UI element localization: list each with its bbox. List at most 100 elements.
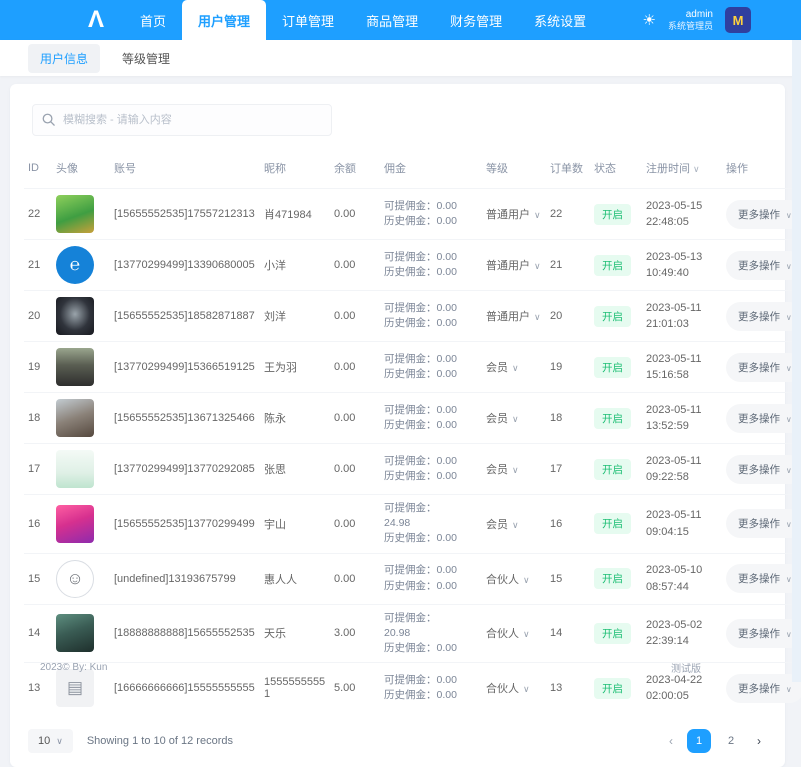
users-table: ID 头像 账号 昵称 余额 佣金 等级 订单数 状态 注册时间∨ 操作 22[…	[24, 150, 801, 713]
orders-cell: 20	[546, 291, 590, 342]
row-id: 22	[24, 189, 52, 240]
register-time-cell: 2023-05-1109:22:58	[642, 444, 722, 495]
next-page-button[interactable]: ›	[751, 732, 767, 750]
app-logo[interactable]: Λ	[88, 0, 102, 40]
search-input[interactable]	[32, 104, 332, 136]
nav-item-home[interactable]: 首页	[124, 0, 182, 40]
sub-tab-bar: 用户信息 等级管理	[0, 40, 801, 76]
chevron-down-icon: ∨	[512, 363, 519, 373]
pagination: ‹ 12 ›	[663, 729, 767, 753]
page-number-2[interactable]: 2	[719, 729, 743, 753]
user-name: admin	[686, 9, 713, 21]
col-register-time[interactable]: 注册时间∨	[642, 150, 722, 189]
nav-item-system-settings[interactable]: 系统设置	[518, 0, 602, 40]
avatar-cell: ☺	[52, 553, 110, 604]
balance-cell: 0.00	[330, 393, 380, 444]
commission-line: 历史佣金：0.00	[384, 531, 478, 546]
man-photo-avatar	[56, 614, 94, 652]
search-icon	[41, 112, 56, 127]
commission-cell: 可提佣金：0.00历史佣金：0.00	[380, 553, 482, 604]
account-cell: [undefined]13193675799	[110, 553, 260, 604]
level-select[interactable]: 普通用户∨	[482, 189, 546, 240]
more-actions-button[interactable]: 更多操作 ∨	[726, 353, 801, 382]
page-number-1[interactable]: 1	[687, 729, 711, 753]
avatar-cell	[52, 393, 110, 444]
level-value: 会员	[486, 362, 508, 374]
user-avatar[interactable]: M	[725, 7, 751, 33]
level-select[interactable]: 会员∨	[482, 444, 546, 495]
nickname-cell: 陈永	[260, 393, 330, 444]
commission-line: 历史佣金：0.00	[384, 214, 478, 229]
register-date: 2023-05-10	[646, 562, 718, 579]
status-badge: 开启	[594, 568, 631, 589]
commission-line: 可提佣金：0.00	[384, 199, 478, 214]
chevron-down-icon: ∨	[786, 520, 792, 529]
level-select[interactable]: 会员 ∨	[482, 342, 546, 393]
level-select[interactable]: 会员∨	[482, 495, 546, 554]
tab-level-management[interactable]: 等级管理	[110, 44, 182, 73]
register-clock: 22:39:14	[646, 633, 718, 650]
more-actions-button[interactable]: 更多操作 ∨	[726, 200, 801, 229]
register-clock: 10:49:40	[646, 265, 718, 282]
more-actions-button[interactable]: 更多操作 ∨	[726, 509, 801, 538]
register-time-cell: 2023-05-1522:48:05	[642, 189, 722, 240]
more-actions-button[interactable]: 更多操作 ∨	[726, 251, 801, 280]
tab-user-info[interactable]: 用户信息	[28, 44, 100, 73]
register-time-cell: 2023-05-1113:52:59	[642, 393, 722, 444]
orders-cell: 19	[546, 342, 590, 393]
copyright-text: 2023© By: Kun	[40, 662, 107, 673]
status-badge: 开启	[594, 357, 631, 378]
commission-line: 历史佣金：0.00	[384, 265, 478, 280]
level-value: 合伙人	[486, 628, 519, 640]
level-select[interactable]: 普通用户∨	[482, 291, 546, 342]
col-avatar: 头像	[52, 150, 110, 189]
level-select[interactable]: 会员∨	[482, 393, 546, 444]
commission-line: 历史佣金：0.00	[384, 579, 478, 594]
status-badge: 开启	[594, 204, 631, 225]
status-badge: 开启	[594, 513, 631, 534]
chevron-down-icon: ∨	[786, 630, 792, 639]
nickname-cell: 惠人人	[260, 553, 330, 604]
nav-item-user-management[interactable]: 用户管理	[182, 0, 266, 40]
balance-cell: 0.00	[330, 189, 380, 240]
nav-item-order-management[interactable]: 订单管理	[266, 0, 350, 40]
page-size-select[interactable]: 10∨	[28, 729, 73, 753]
theme-toggle-icon[interactable]: ☀	[643, 11, 656, 29]
more-actions-button[interactable]: 更多操作 ∨	[726, 564, 801, 593]
table-row: 20[15655552535]18582871887刘洋0.00可提佣金：0.0…	[24, 291, 801, 342]
chevron-down-icon: ∨	[786, 415, 792, 424]
row-id: 15	[24, 553, 52, 604]
more-actions-button[interactable]: 更多操作 ∨	[726, 619, 801, 648]
chevron-down-icon: ∨	[56, 736, 63, 746]
col-balance: 余额	[330, 150, 380, 189]
footer-right-link[interactable]: 测试版	[671, 660, 761, 675]
nav-item-finance-management[interactable]: 财务管理	[434, 0, 518, 40]
actions-cell: 更多操作 ∨	[722, 393, 801, 444]
sort-caret-icon[interactable]: ∨	[693, 164, 700, 174]
user-menu[interactable]: admin 系统管理员	[668, 9, 713, 31]
register-clock: 08:57:44	[646, 579, 718, 596]
level-select[interactable]: 普通用户∨	[482, 240, 546, 291]
table-row: 22[15655552535]17557212313肖4719840.00可提佣…	[24, 189, 801, 240]
actions-cell: 更多操作 ∨	[722, 553, 801, 604]
orders-cell: 18	[546, 393, 590, 444]
avatar-cell	[52, 189, 110, 240]
account-cell: [15655552535]18582871887	[110, 291, 260, 342]
nav-item-product-management[interactable]: 商品管理	[350, 0, 434, 40]
nickname-cell: 肖471984	[260, 189, 330, 240]
commission-line: 历史佣金：0.00	[384, 367, 478, 382]
orders-cell: 15	[546, 553, 590, 604]
level-value: 合伙人	[486, 683, 519, 695]
scrollbar-track[interactable]	[792, 40, 801, 682]
search-box	[32, 104, 332, 136]
prev-page-button[interactable]: ‹	[663, 732, 679, 750]
more-actions-button[interactable]: 更多操作 ∨	[726, 302, 801, 331]
level-select[interactable]: 合伙人∨	[482, 553, 546, 604]
chevron-down-icon: ∨	[786, 364, 792, 373]
row-id: 18	[24, 393, 52, 444]
actions-cell: 更多操作 ∨	[722, 189, 801, 240]
actions-cell: 更多操作 ∨	[722, 495, 801, 554]
more-actions-button[interactable]: 更多操作 ∨	[726, 455, 801, 484]
more-actions-button[interactable]: 更多操作 ∨	[726, 404, 801, 433]
user-role: 系统管理员	[668, 21, 713, 31]
